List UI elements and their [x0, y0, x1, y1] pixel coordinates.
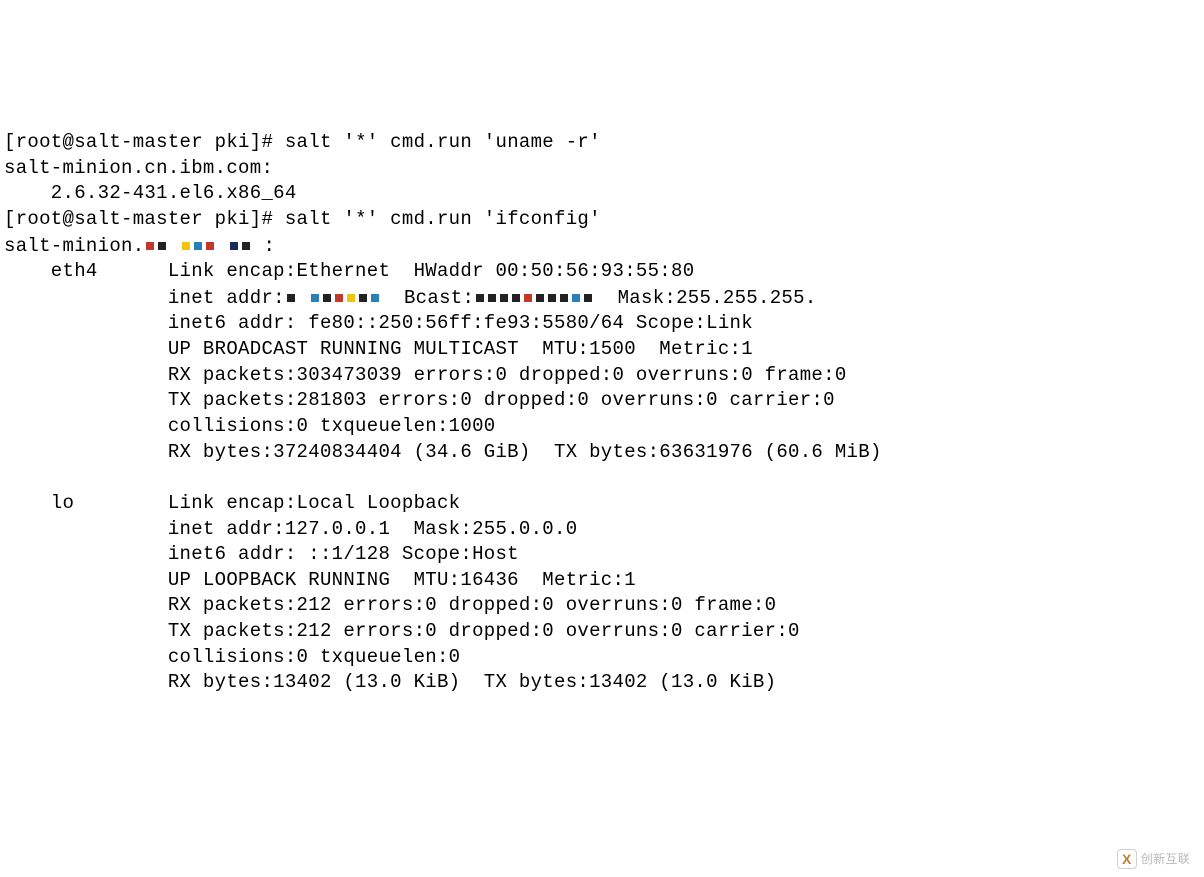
minion-host-prefix: salt-minion. [4, 235, 144, 257]
collisions: collisions:0 txqueuelen:0 [168, 646, 461, 668]
iface-name: eth4 [4, 260, 168, 282]
command-text: salt '*' cmd.run 'ifconfig' [285, 208, 601, 230]
redacted-hostname [144, 233, 251, 259]
link-encap: Link encap:Local Loopback [168, 492, 461, 514]
watermark-text: 创新互联 [1141, 851, 1190, 867]
command-text: salt '*' cmd.run 'uname -r' [285, 131, 601, 153]
collisions: collisions:0 txqueuelen:1000 [168, 415, 496, 437]
inet6-addr: inet6 addr: ::1/128 Scope:Host [168, 543, 519, 565]
rx-packets: RX packets:303473039 errors:0 dropped:0 … [168, 364, 847, 386]
minion-host: salt-minion.cn.ibm.com: [4, 157, 273, 179]
watermark-icon: X [1117, 849, 1137, 869]
tx-packets: TX packets:212 errors:0 dropped:0 overru… [168, 620, 800, 642]
inet-addr-label: inet addr: [168, 287, 285, 309]
inet-addr: inet addr:127.0.0.1 Mask:255.0.0.0 [168, 518, 578, 540]
tx-packets: TX packets:281803 errors:0 dropped:0 ove… [168, 389, 835, 411]
bytes-line: RX bytes:13402 (13.0 KiB) TX bytes:13402… [168, 671, 777, 693]
rx-packets: RX packets:212 errors:0 dropped:0 overru… [168, 594, 777, 616]
iface-flags: UP LOOPBACK RUNNING MTU:16436 Metric:1 [168, 569, 636, 591]
minion-host-suffix: : [264, 235, 276, 257]
shell-prompt: [root@salt-master pki]# [4, 131, 285, 153]
link-encap: Link encap:Ethernet HWaddr 00:50:56:93:5… [168, 260, 695, 282]
terminal-output: [root@salt-master pki]# salt '*' cmd.run… [4, 105, 1200, 696]
shell-prompt: [root@salt-master pki]# [4, 208, 285, 230]
redacted-ip [285, 285, 381, 311]
iface-flags: UP BROADCAST RUNNING MULTICAST MTU:1500 … [168, 338, 753, 360]
mask-label: Mask:255.255.255. [594, 287, 816, 309]
kernel-version: 2.6.32-431.el6.x86_64 [4, 182, 297, 204]
bytes-line: RX bytes:37240834404 (34.6 GiB) TX bytes… [168, 441, 882, 463]
iface-name: lo [4, 492, 168, 514]
watermark: X 创新互联 [1117, 849, 1190, 869]
inet6-addr: inet6 addr: fe80::250:56ff:fe93:5580/64 … [168, 312, 753, 334]
bcast-label: Bcast: [381, 287, 475, 309]
redacted-bcast [474, 285, 594, 311]
